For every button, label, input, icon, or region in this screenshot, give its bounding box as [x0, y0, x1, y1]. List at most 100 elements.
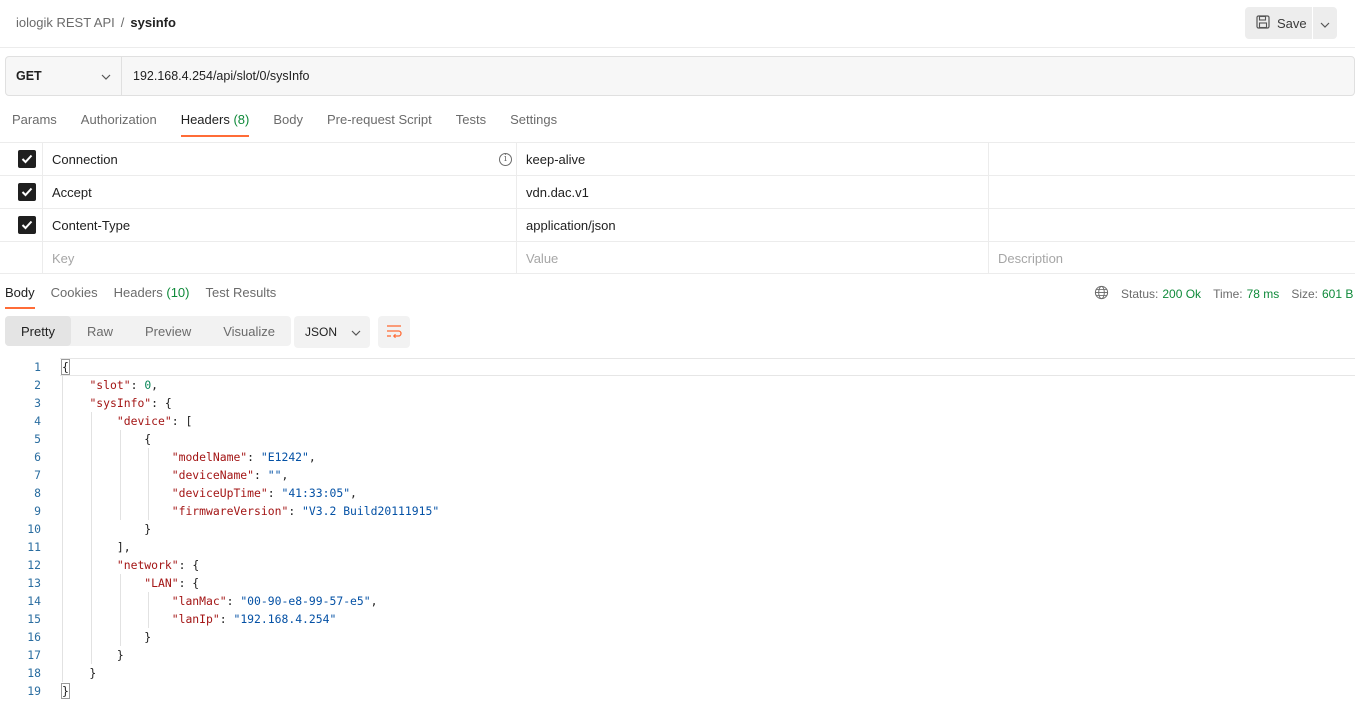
code-line-text: } — [62, 630, 152, 644]
code-lines: 1{2 "slot": 0, 3 "sysInfo": {4 "device": … — [0, 358, 1355, 700]
row-checkbox-cell — [18, 143, 38, 175]
line-number: 12 — [27, 558, 41, 572]
row-checkbox-cell — [18, 209, 38, 241]
code-line: 3 "sysInfo": { — [0, 394, 1355, 412]
tab-label: Cookies — [50, 285, 98, 300]
header-description-cell[interactable] — [988, 143, 1355, 175]
tab-headers[interactable]: Headers (8) — [169, 104, 262, 137]
line-number: 16 — [27, 630, 41, 644]
header-value-cell[interactable]: vdn.dac.v1 — [516, 176, 988, 208]
view-mode-visualize[interactable]: Visualize — [207, 316, 291, 346]
header-key-cell[interactable]: Connection i — [42, 143, 516, 175]
code-line-text: "modelName": "E1242", — [171, 450, 316, 464]
code-line-text: "deviceUpTime": "41:33:05", — [171, 486, 357, 500]
view-mode-preview[interactable]: Preview — [129, 316, 207, 346]
code-line: 18 } — [0, 664, 1355, 682]
format-select[interactable]: JSON — [294, 316, 370, 348]
header-value-cell[interactable]: keep-alive — [516, 143, 988, 175]
line-number: 3 — [34, 396, 41, 410]
view-mode-pretty[interactable]: Pretty — [5, 316, 71, 346]
code-line-text: { — [61, 359, 70, 375]
chevron-down-icon — [101, 69, 111, 83]
header-value: application/json — [526, 217, 616, 233]
status-value[interactable]: 200 Ok — [1162, 287, 1201, 301]
code-line: 4 "device": [ — [0, 412, 1355, 430]
size-value[interactable]: 601 B — [1322, 287, 1353, 301]
response-tab-test-results[interactable]: Test Results — [201, 281, 282, 309]
method-select[interactable]: GET — [6, 57, 122, 95]
tab-params[interactable]: Params — [0, 104, 69, 136]
line-number: 10 — [27, 522, 41, 536]
new-description-input[interactable]: Description — [988, 242, 1355, 274]
header-description-cell[interactable] — [988, 209, 1355, 241]
header-key-cell[interactable]: Accept — [42, 176, 516, 208]
tab-settings[interactable]: Settings — [498, 104, 569, 136]
code-line-text: ], — [62, 540, 131, 554]
response-tab-body[interactable]: Body — [0, 281, 40, 309]
header-enabled-checkbox[interactable] — [18, 216, 36, 234]
new-value-input[interactable]: Value — [516, 242, 988, 274]
header-key-cell[interactable]: Content-Type — [42, 209, 516, 241]
breadcrumb: iologik REST API / sysinfo — [16, 15, 176, 30]
code-line: 5 { — [0, 430, 1355, 448]
line-number: 8 — [34, 486, 41, 500]
time-value[interactable]: 78 ms — [1247, 287, 1280, 301]
tab-label: Body — [273, 112, 303, 127]
save-button-group: Save — [1245, 7, 1337, 39]
request-tabs: Params Authorization Headers (8) Body Pr… — [0, 104, 569, 137]
checkmark-icon — [21, 187, 33, 197]
table-row: Content-Type application/json — [0, 208, 1355, 241]
tab-body[interactable]: Body — [261, 104, 315, 136]
code-line-text: } — [62, 648, 124, 662]
time-label: Time: — [1213, 287, 1243, 301]
code-line: 9 "firmwareVersion": "V3.2 Build20111915… — [0, 502, 1355, 520]
header-key: Accept — [52, 184, 92, 200]
view-mode-raw[interactable]: Raw — [71, 316, 129, 346]
code-line: 16 } — [0, 628, 1355, 646]
line-number: 6 — [34, 450, 41, 464]
line-number: 11 — [27, 540, 41, 554]
header-key: Content-Type — [52, 217, 131, 233]
save-options-button[interactable] — [1313, 7, 1337, 39]
tab-label: Params — [12, 112, 57, 127]
code-line-text: "sysInfo": { — [89, 396, 172, 410]
wrap-lines-button[interactable] — [378, 316, 410, 348]
response-tab-headers[interactable]: Headers (10) — [109, 281, 195, 309]
tab-label: Headers — [113, 285, 163, 300]
code-line: 14 "lanMac": "00-90-e8-99-57-e5", — [0, 592, 1355, 610]
save-button[interactable]: Save — [1245, 7, 1312, 39]
tab-tests[interactable]: Tests — [444, 104, 498, 136]
code-line-text: "lanMac": "00-90-e8-99-57-e5", — [171, 594, 378, 608]
headers-table: Connection i keep-alive Accept vdn.dac.v… — [0, 142, 1355, 274]
line-number: 7 — [34, 468, 41, 482]
line-number: 4 — [34, 414, 41, 428]
url-input[interactable]: 192.168.4.254/api/slot/0/sysInfo — [122, 57, 1354, 95]
breadcrumb-collection[interactable]: iologik REST API — [16, 15, 115, 30]
breadcrumb-request-name[interactable]: sysinfo — [130, 15, 176, 30]
header-value: vdn.dac.v1 — [526, 184, 589, 200]
response-body-viewer[interactable]: 1{2 "slot": 0, 3 "sysInfo": {4 "device": … — [0, 358, 1355, 706]
tab-label: Body — [5, 285, 35, 300]
globe-icon[interactable] — [1094, 285, 1109, 303]
tab-authorization[interactable]: Authorization — [69, 104, 169, 136]
header-value-cell[interactable]: application/json — [516, 209, 988, 241]
header-key: Connection — [52, 151, 118, 167]
new-key-input[interactable]: Key — [42, 242, 516, 274]
response-tab-cookies[interactable]: Cookies — [46, 281, 103, 309]
line-number: 14 — [27, 594, 41, 608]
tab-label: Tests — [455, 112, 487, 127]
code-line: 10 } — [0, 520, 1355, 538]
checkmark-icon — [21, 154, 33, 164]
header-enabled-checkbox[interactable] — [18, 150, 36, 168]
header-value: keep-alive — [526, 151, 586, 167]
code-line: 1{ — [0, 358, 1355, 376]
header-description-cell[interactable] — [988, 176, 1355, 208]
line-number: 5 — [34, 432, 41, 446]
header-enabled-checkbox[interactable] — [18, 183, 36, 201]
size-label: Size: — [1291, 287, 1318, 301]
code-line: 8 "deviceUpTime": "41:33:05", — [0, 484, 1355, 502]
chevron-down-icon — [1320, 16, 1330, 31]
tab-pre-request-script[interactable]: Pre-request Script — [315, 104, 444, 136]
info-icon[interactable]: i — [499, 153, 512, 166]
request-header: iologik REST API / sysinfo Save — [0, 0, 1355, 48]
